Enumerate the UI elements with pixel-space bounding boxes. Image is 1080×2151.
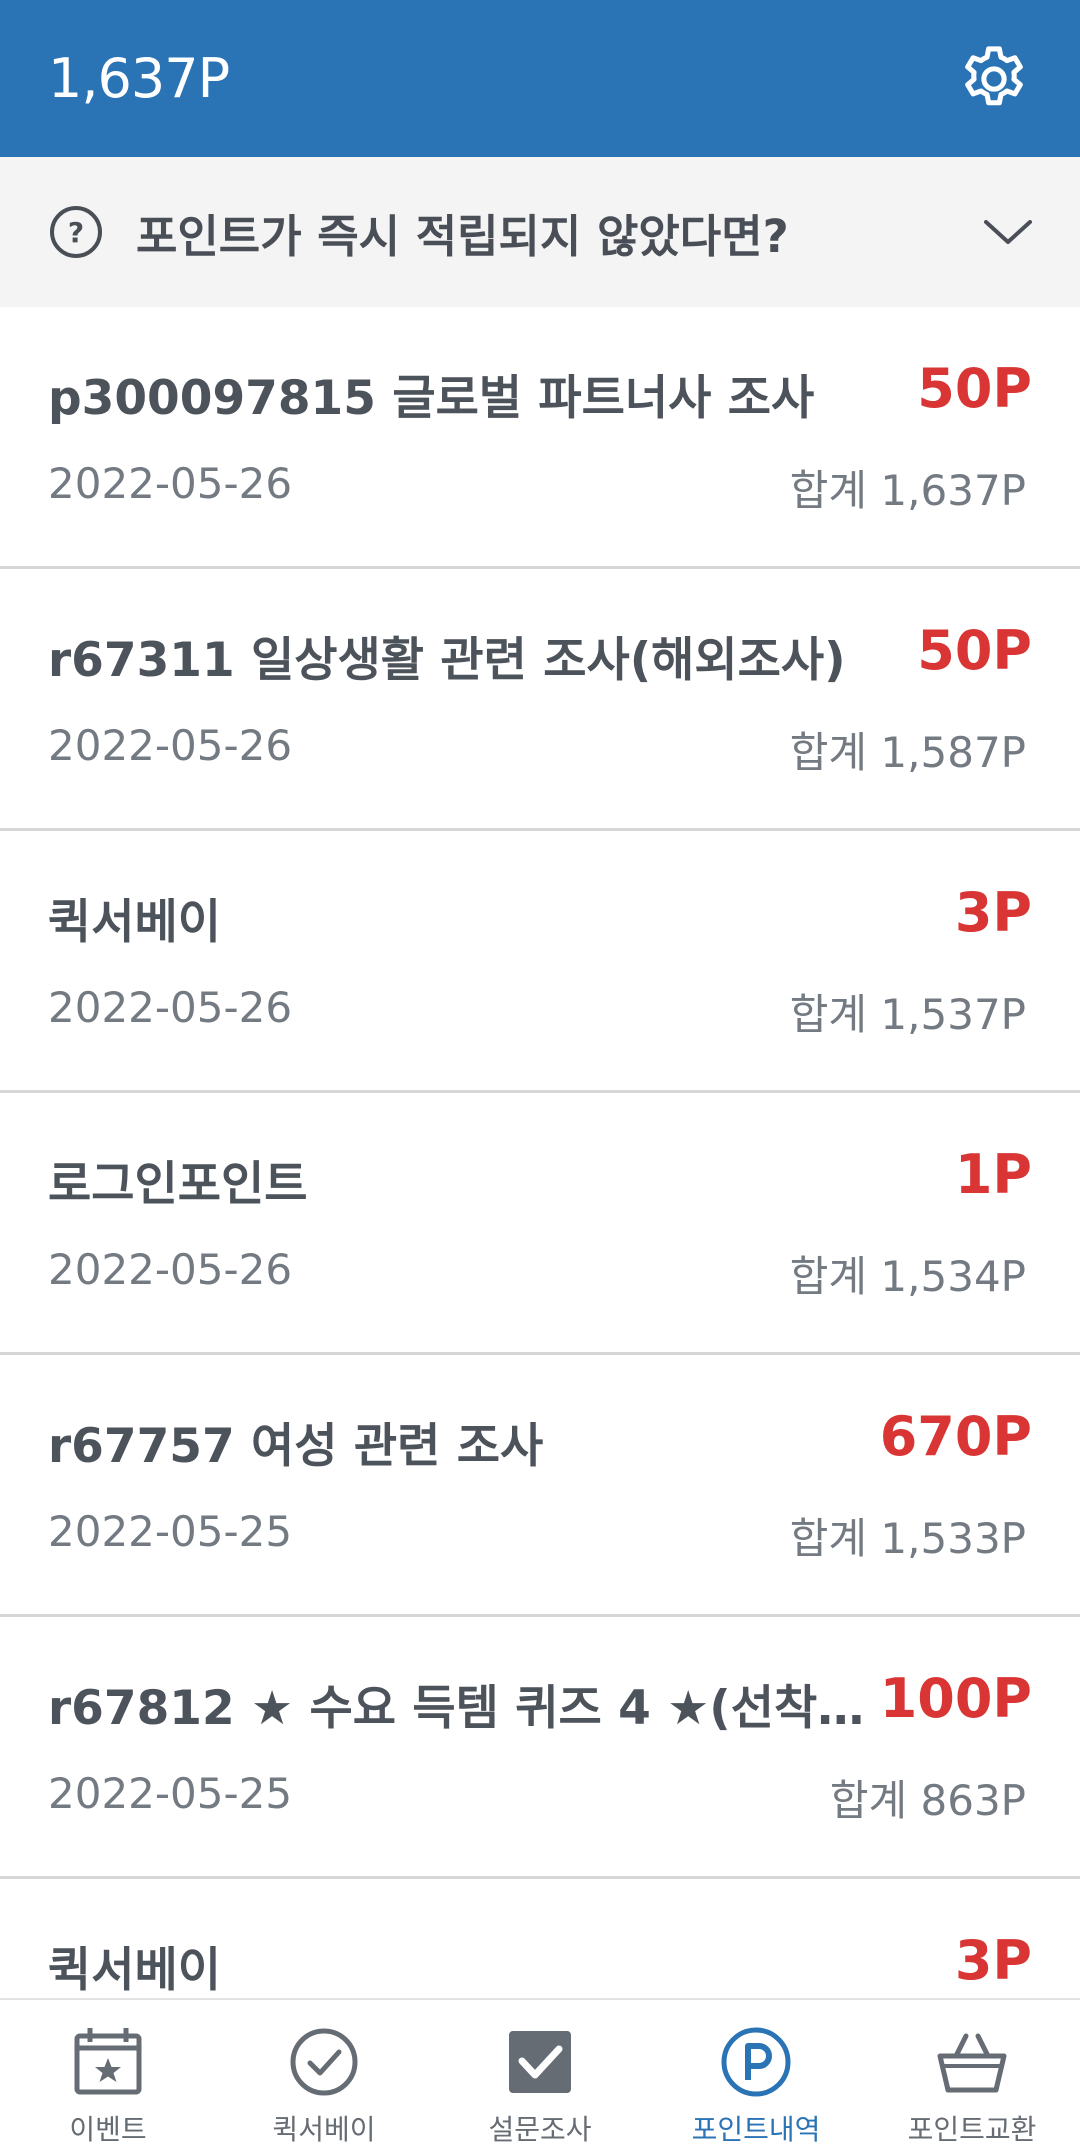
entry-date: 2022-05-26 [48,1245,293,1294]
entry-date: 2022-05-26 [48,721,293,770]
entry-total: 합계 1,537P [789,990,1026,1039]
point-circle-icon [721,2027,791,2097]
entry-title: r67812 ★ 수요 득템 퀴즈 4 ★(선착순... [48,1681,888,1736]
entry-date: 2022-05-25 [48,1507,293,1556]
entry-title: 퀵서베이 [48,1943,221,1998]
list-item[interactable]: r67311 일상생활 관련 조사(해외조사) 50P 2022-05-26 합… [0,569,1080,831]
entry-total: 합계 1,533P [789,1514,1026,1563]
entry-amount: 50P [917,619,1032,682]
tab-label: 포인트교환 [907,2113,1037,2146]
entry-title: r67311 일상생활 관련 조사(해외조사) [48,633,846,688]
tab-survey[interactable]: 설문조사 [432,2000,648,2151]
list-item[interactable]: 로그인포인트 1P 2022-05-26 합계 1,534P [0,1093,1080,1355]
bottom-navigation: 이벤트 퀵서베이 설문조사 포인트내역 포인트교환 [0,1998,1080,2151]
list-item[interactable]: p300097815 글로벌 파트너사 조사 50P 2022-05-26 합계… [0,307,1080,569]
entry-amount: 3P [954,1929,1032,1992]
entry-title: p300097815 글로벌 파트너사 조사 [48,371,815,426]
point-balance: 1,637P [48,47,230,110]
check-circle-icon [290,2028,358,2096]
entry-title: r67757 여성 관련 조사 [48,1419,544,1474]
checkbox-icon [509,2031,571,2093]
entry-total: 합계 1,587P [789,728,1026,777]
entry-total: 합계 863P [829,1776,1026,1825]
list-item[interactable]: r67812 ★ 수요 득템 퀴즈 4 ★(선착순... 100P 2022-0… [0,1617,1080,1879]
settings-button[interactable] [954,39,1034,119]
entry-amount: 100P [879,1667,1032,1730]
entry-title: 퀵서베이 [48,895,221,950]
chevron-down-icon[interactable] [980,214,1036,250]
tab-quick-survey[interactable]: 퀵서베이 [216,2000,432,2151]
tab-point-history[interactable]: 포인트내역 [648,2000,864,2151]
entry-amount: 3P [954,881,1032,944]
entry-total: 합계 1,534P [789,1252,1026,1301]
points-notice-accordion[interactable]: ? 포인트가 즉시 적립되지 않았다면? [0,157,1080,307]
entry-total: 합계 1,637P [789,466,1026,515]
entry-amount: 670P [879,1405,1032,1468]
app-header: 1,637P [0,0,1080,157]
list-item[interactable]: 퀵서베이 3P 2022-05-26 합계 1,537P [0,831,1080,1093]
tab-label: 포인트내역 [691,2113,821,2146]
notice-text: 포인트가 즉시 적립되지 않았다면? [136,209,789,263]
svg-text:?: ? [68,216,84,249]
entry-date: 2022-05-26 [48,983,293,1032]
entry-amount: 1P [954,1143,1032,1206]
tab-label: 이벤트 [69,2113,147,2146]
entry-amount: 50P [917,357,1032,420]
app-screen: 1,637P ? 포인트가 즉시 적립되지 않았다면? p300097815 글… [0,0,1080,2151]
tab-label: 퀵서베이 [272,2113,376,2146]
tab-label: 설문조사 [488,2113,592,2146]
shopping-basket-icon [937,2033,1007,2093]
question-circle-icon: ? [50,206,102,258]
entry-date: 2022-05-26 [48,459,293,508]
calendar-star-icon [74,2028,142,2095]
points-history-list: p300097815 글로벌 파트너사 조사 50P 2022-05-26 합계… [0,307,1080,2141]
tab-point-exchange[interactable]: 포인트교환 [864,2000,1080,2151]
gear-icon [965,45,1023,105]
entry-date: 2022-05-25 [48,1769,293,1818]
entry-title: 로그인포인트 [48,1157,308,1212]
tab-event[interactable]: 이벤트 [0,2000,216,2151]
list-item[interactable]: r67757 여성 관련 조사 670P 2022-05-25 합계 1,533… [0,1355,1080,1617]
